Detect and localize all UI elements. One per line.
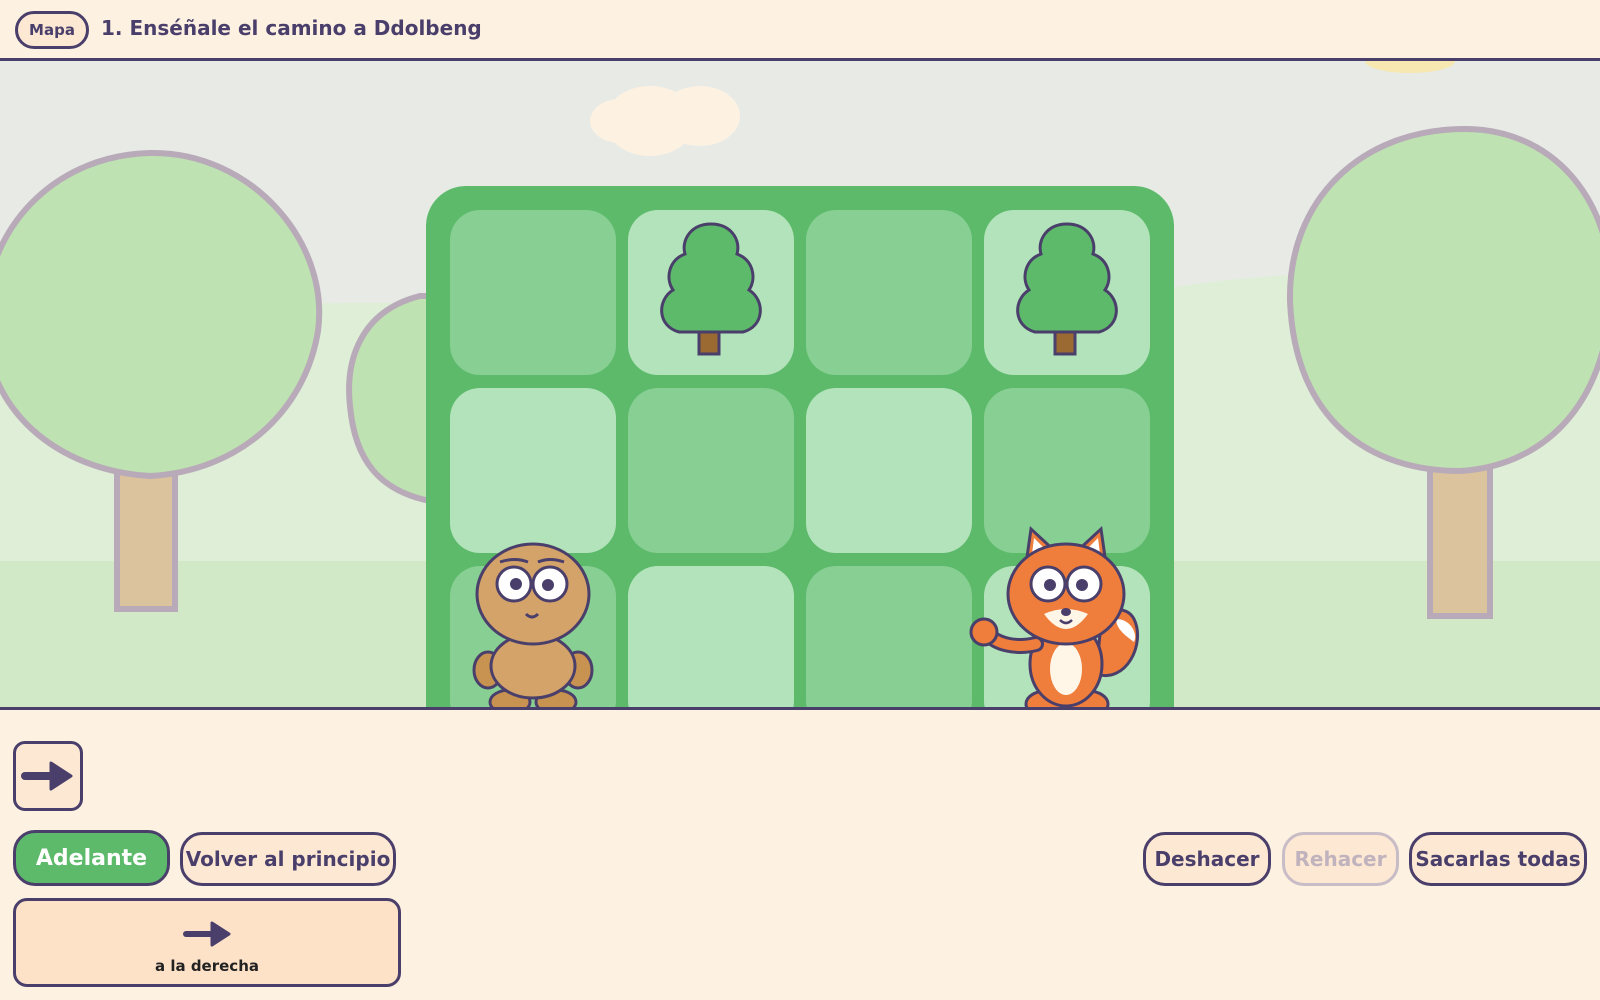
level-title: 1. Enséñale el camino a Ddolbeng <box>101 16 482 40</box>
game-scene <box>0 61 1600 710</box>
clear-all-button[interactable]: Sacarlas todas <box>1409 832 1587 886</box>
board-cell <box>806 566 972 707</box>
board-cell <box>628 566 794 707</box>
board-cell <box>984 210 1150 375</box>
board-cell <box>450 542 616 707</box>
fox-goal-character <box>969 525 1140 707</box>
right-arrow-icon <box>21 761 73 791</box>
right-arrow-icon <box>183 921 231 947</box>
game-board <box>426 186 1174 707</box>
palette-block-label: a la derecha <box>154 957 259 975</box>
ddolbeng-character <box>472 542 594 707</box>
board-cell <box>450 388 616 553</box>
redo-button[interactable]: Rehacer <box>1282 832 1399 886</box>
board-cell <box>628 210 794 375</box>
undo-button[interactable]: Deshacer <box>1143 832 1271 886</box>
board-cell <box>806 210 972 375</box>
board-cell <box>969 525 1150 707</box>
tree-icon <box>660 222 762 356</box>
board-cell <box>450 210 616 375</box>
program-block-right[interactable] <box>13 741 83 811</box>
reset-button[interactable]: Volver al principio <box>180 832 396 886</box>
palette-block-right[interactable]: a la derecha <box>13 898 401 987</box>
tree-icon <box>1016 222 1118 356</box>
board-cell <box>806 388 972 553</box>
run-button[interactable]: Adelante <box>13 830 170 886</box>
top-bar: Mapa 1. Enséñale el camino a Ddolbeng <box>0 0 1600 61</box>
board-cell <box>628 388 794 553</box>
map-button[interactable]: Mapa <box>15 11 89 49</box>
